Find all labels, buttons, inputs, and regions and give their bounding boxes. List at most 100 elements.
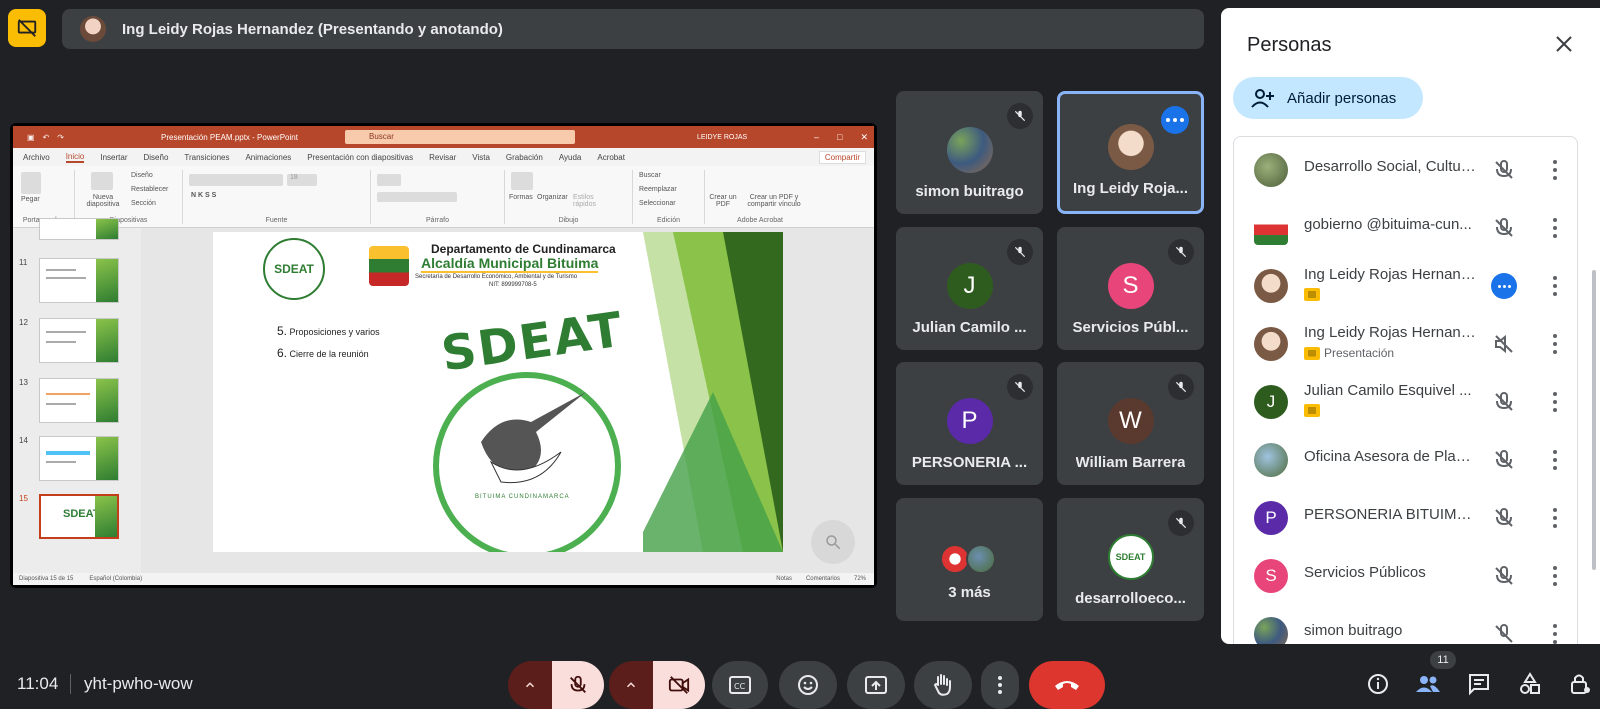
people-button[interactable] xyxy=(1414,670,1442,698)
tab-insertar[interactable]: Insertar xyxy=(100,153,127,162)
participant-tile[interactable]: W William Barrera xyxy=(1057,362,1204,485)
list-item[interactable]: simon buitrago xyxy=(1234,605,1577,644)
create-pdf-button[interactable]: Crear un PDF xyxy=(709,194,737,208)
tab-inicio[interactable]: Inicio xyxy=(65,152,85,163)
current-slide[interactable]: SDEAT Departamento de Cundinamarca Alcal… xyxy=(213,232,783,552)
more-options-icon[interactable] xyxy=(1161,106,1189,134)
slide-thumbnail[interactable] xyxy=(39,436,119,481)
create-share-pdf-button[interactable]: Crear un PDF y compartir vínculo xyxy=(741,194,807,208)
more-options-icon[interactable] xyxy=(1550,506,1560,530)
raise-hand-button[interactable] xyxy=(914,661,972,709)
more-options-button[interactable] xyxy=(981,661,1019,709)
list-item[interactable]: S Servicios Públicos xyxy=(1234,547,1577,605)
mic-off-icon[interactable] xyxy=(1492,448,1516,472)
tab-transiciones[interactable]: Transiciones xyxy=(184,153,229,162)
mic-off-icon[interactable] xyxy=(1492,564,1516,588)
participant-tile[interactable]: simon buitrago xyxy=(896,91,1043,214)
participant-tile[interactable]: SDEAT desarrolloeco... xyxy=(1057,498,1204,621)
more-options-icon[interactable] xyxy=(1550,622,1560,644)
shapes-label[interactable]: Formas xyxy=(509,194,533,201)
captions-button[interactable]: CC xyxy=(712,661,768,709)
tab-acrobat[interactable]: Acrobat xyxy=(597,153,625,162)
list-item[interactable]: gobierno @bituima-cun... xyxy=(1234,199,1577,257)
slide-thumbnail[interactable] xyxy=(39,258,119,303)
list-item[interactable]: Oficina Asesora de Plan... xyxy=(1234,431,1577,489)
new-slide-icon[interactable] xyxy=(91,172,113,190)
more-options-icon[interactable] xyxy=(1491,273,1517,299)
mic-off-icon[interactable] xyxy=(1492,158,1516,182)
list-item[interactable]: Ing Leidy Rojas Hernand... Presentación xyxy=(1234,315,1577,373)
add-people-button[interactable]: Añadir personas xyxy=(1233,77,1423,119)
mic-toggle-button[interactable] xyxy=(552,661,604,709)
slide-thumbnail-selected[interactable]: SDEAT xyxy=(39,494,119,539)
host-controls-button[interactable] xyxy=(1566,670,1594,698)
list-item[interactable]: Ing Leidy Rojas Hernand... xyxy=(1234,257,1577,315)
close-icon[interactable] xyxy=(1552,32,1576,56)
list-item[interactable]: P PERSONERIA BITUIMA ... xyxy=(1234,489,1577,547)
layout-button[interactable]: Diseño xyxy=(131,172,153,179)
alignment-buttons[interactable] xyxy=(377,192,457,202)
tab-presentacion[interactable]: Presentación con diapositivas xyxy=(307,153,413,162)
select-button[interactable]: Seleccionar xyxy=(639,200,676,207)
tab-ayuda[interactable]: Ayuda xyxy=(559,153,582,162)
meeting-details-button[interactable] xyxy=(1364,670,1392,698)
more-options-icon[interactable] xyxy=(1550,158,1560,182)
language-indicator[interactable]: Español (Colombia) xyxy=(89,576,142,582)
mic-off-icon[interactable] xyxy=(1492,390,1516,414)
reset-button[interactable]: Restablecer xyxy=(131,186,168,193)
participant-tile[interactable]: J Julian Camilo ... xyxy=(896,227,1043,350)
slide-thumbnail[interactable] xyxy=(39,218,119,240)
share-button[interactable]: Compartir xyxy=(818,150,866,164)
comments-button[interactable]: Comentarios xyxy=(806,576,840,582)
save-icon[interactable]: ▣ xyxy=(27,133,35,142)
volume-off-icon[interactable] xyxy=(1492,332,1516,356)
more-options-icon[interactable] xyxy=(1550,564,1560,588)
more-options-icon[interactable] xyxy=(1550,332,1560,356)
tab-revisar[interactable]: Revisar xyxy=(429,153,456,162)
ppt-search[interactable]: Buscar xyxy=(345,130,575,144)
zoom-icon[interactable] xyxy=(811,520,855,564)
minimize-icon[interactable]: – xyxy=(814,132,819,143)
camera-toggle-button[interactable] xyxy=(653,661,705,709)
present-screen-button[interactable] xyxy=(847,661,905,709)
list-item[interactable]: Desarrollo Social, Cultur... xyxy=(1234,141,1577,199)
tab-diseno[interactable]: Diseño xyxy=(144,153,169,162)
participant-tile-active[interactable]: Ing Leidy Roja... xyxy=(1057,91,1204,214)
more-participants-tile[interactable]: 3 más xyxy=(896,498,1043,621)
new-slide-label[interactable]: Nueva diapositiva xyxy=(83,194,123,208)
replace-button[interactable]: Reemplazar xyxy=(639,186,677,193)
font-family-select[interactable] xyxy=(189,174,283,186)
video-options-button[interactable] xyxy=(609,661,653,709)
list-item[interactable]: J Julian Camilo Esquivel ... xyxy=(1234,373,1577,431)
tab-animaciones[interactable]: Animaciones xyxy=(245,153,291,162)
more-options-icon[interactable] xyxy=(1550,274,1560,298)
tab-grabacion[interactable]: Grabación xyxy=(506,153,543,162)
tab-archivo[interactable]: Archivo xyxy=(23,153,50,162)
zoom-level[interactable]: 72% xyxy=(854,576,866,582)
slide-thumbnail[interactable] xyxy=(39,378,119,423)
paste-icon[interactable] xyxy=(21,172,41,194)
shared-screen[interactable]: ▣ ↶ ↷ Presentación PEAM.pptx - PowerPoin… xyxy=(10,123,877,588)
find-button[interactable]: Buscar xyxy=(639,172,661,179)
font-size-select[interactable]: 18 xyxy=(287,174,317,186)
notes-button[interactable]: Notas xyxy=(776,576,792,582)
audio-options-button[interactable] xyxy=(508,661,552,709)
arrange-label[interactable]: Organizar xyxy=(537,194,568,201)
paste-label[interactable]: Pegar xyxy=(21,196,40,203)
more-options-icon[interactable] xyxy=(1550,448,1560,472)
activities-button[interactable] xyxy=(1516,670,1544,698)
mic-off-icon[interactable] xyxy=(1492,216,1516,240)
mic-off-icon[interactable] xyxy=(1492,622,1516,644)
bullets-button[interactable] xyxy=(377,174,401,186)
shapes-icon[interactable] xyxy=(511,172,533,190)
undo-icon[interactable]: ↶ xyxy=(43,133,50,142)
section-button[interactable]: Sección xyxy=(131,200,156,207)
redo-icon[interactable]: ↷ xyxy=(57,133,64,142)
mic-off-icon[interactable] xyxy=(1492,506,1516,530)
presentation-status-badge[interactable] xyxy=(8,9,46,47)
end-call-button[interactable] xyxy=(1029,661,1105,709)
chat-button[interactable] xyxy=(1465,670,1493,698)
participant-tile[interactable]: P PERSONERIA ... xyxy=(896,362,1043,485)
quick-styles-label[interactable]: Estilos rápidos xyxy=(573,194,603,208)
reactions-button[interactable] xyxy=(779,661,837,709)
